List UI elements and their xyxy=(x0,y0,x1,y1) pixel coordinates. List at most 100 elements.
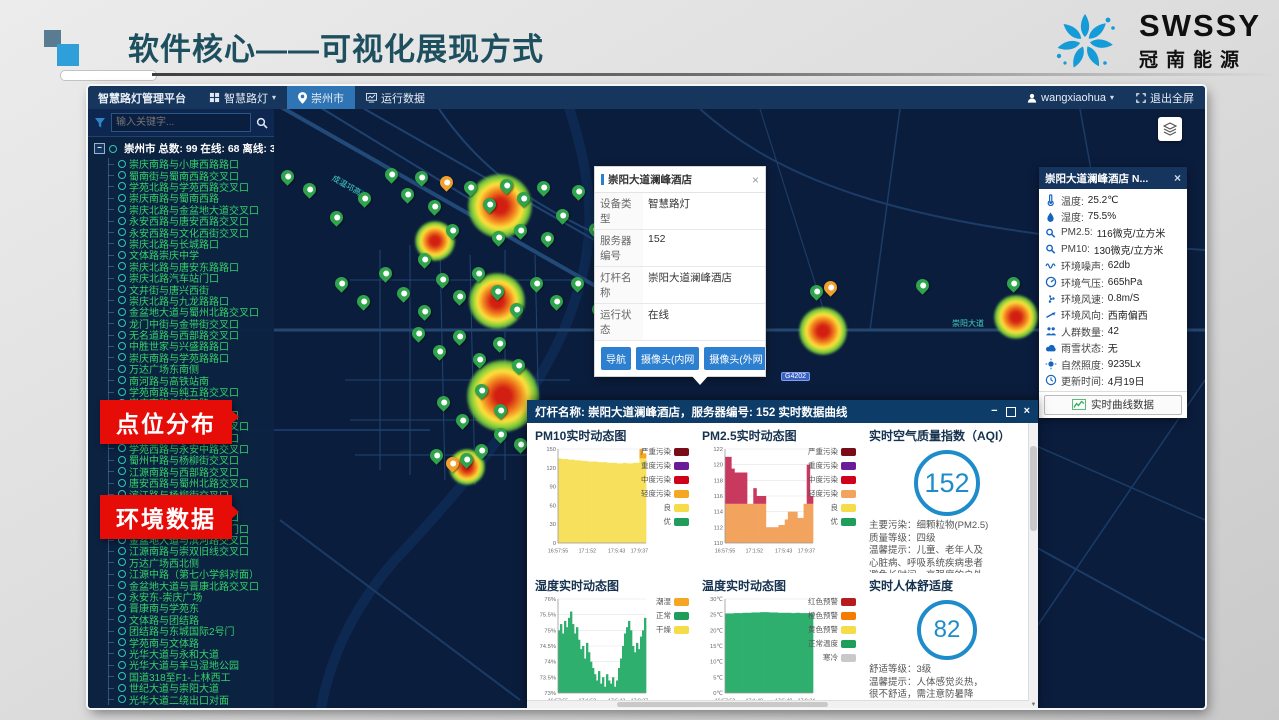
list-item-label: 江源南路与崇双旧线交叉口 xyxy=(129,545,249,556)
list-item-label: 团结路与东城国际2号门 xyxy=(129,625,235,636)
env-row-label: 更新时间: xyxy=(1061,373,1104,388)
nav-menu-lamps[interactable]: 智慧路灯 ▾ xyxy=(198,86,287,109)
filter-icon[interactable] xyxy=(94,117,106,129)
list-item[interactable]: 文体路与团结路 xyxy=(102,614,274,625)
list-item[interactable]: 江源中路（第七小学斜对面） xyxy=(102,568,274,579)
svg-text:74%: 74% xyxy=(544,660,556,666)
list-item[interactable]: 学苑南与文体路 xyxy=(102,636,274,647)
search-icon[interactable] xyxy=(256,117,268,129)
list-item-label: 崇庆北路与金盆地大道交叉口 xyxy=(129,204,259,215)
exit-fullscreen-label: 退出全屏 xyxy=(1150,90,1194,106)
comfort-description: 舒适等级：3级 温馨提示：人体感觉炎热， 很不舒适，需注意防暑降 温。 xyxy=(867,664,1027,701)
pm25-legend: 严重污染重度污染中度污染轻度污染良优 xyxy=(808,446,856,530)
list-item-label: 文体路崇庆中学 xyxy=(129,249,199,260)
horizontal-scrollbar[interactable] xyxy=(527,700,1029,708)
list-item[interactable]: 晋康南与学苑东 xyxy=(102,602,274,613)
list-item[interactable]: 金盆地大道与蜀州北路交叉口 xyxy=(102,306,274,317)
list-item[interactable]: 崇庆南路与小康西路路口 xyxy=(102,158,274,169)
list-item[interactable]: 蜀南街与蜀南西路交叉口 xyxy=(102,169,274,180)
lamp-node-icon xyxy=(118,285,126,293)
list-item[interactable]: 世纪大道与崇阳大道 xyxy=(102,682,274,693)
list-item[interactable]: 崇庆南路与蜀南西路 xyxy=(102,192,274,203)
env-row-value: 62db xyxy=(1108,260,1130,271)
popup-button[interactable]: 摄像头(外网 xyxy=(704,347,765,370)
list-item-label: 国道318至F1-上林西工 xyxy=(129,671,231,682)
list-item[interactable]: 永安东-崇庆广场 xyxy=(102,591,274,602)
list-item[interactable]: 文井街与唐兴西街 xyxy=(102,283,274,294)
env-row-value: 西南偏西 xyxy=(1108,307,1148,322)
nav-menu-running-data[interactable]: 运行数据 xyxy=(355,86,436,109)
humidity-plot: 73%73.5%74%74.5%75%75.5%76%16:57:5517:1:… xyxy=(533,594,649,701)
popup-button[interactable]: 摄像头(内网 xyxy=(636,347,699,370)
list-item[interactable]: 光华大道与羊马湿地公园 xyxy=(102,659,274,670)
lamp-node-icon xyxy=(118,615,126,623)
realtime-curve-button[interactable]: 实时曲线数据 xyxy=(1044,395,1182,415)
list-item[interactable]: 金盆地大道与晋康北路交叉口 xyxy=(102,579,274,590)
list-item[interactable]: 万达广场东南侧 xyxy=(102,363,274,374)
user-menu[interactable]: wangxiaohua ▾ xyxy=(1016,86,1125,109)
popup-button[interactable]: 导航 xyxy=(601,347,631,370)
list-item[interactable]: 龙门中街与金带街交叉口 xyxy=(102,317,274,328)
list-item[interactable]: 蜀州中路与杨柳街交叉口 xyxy=(102,454,274,465)
tree-expander-icon[interactable]: − xyxy=(94,143,105,154)
list-item-label: 金盆地大道与蜀州北路交叉口 xyxy=(129,306,259,317)
tree-root[interactable]: − 崇州市 总数: 99 在线: 68 离线: 31 xyxy=(88,137,274,158)
list-item[interactable]: 崇庆北路与长城路口 xyxy=(102,238,274,249)
map-layers-button[interactable] xyxy=(1158,117,1182,141)
list-item[interactable]: 永安西路与唐安西路交叉口 xyxy=(102,215,274,226)
magnifier-icon xyxy=(1044,226,1057,239)
list-item[interactable]: 江源南路与西部路交叉口 xyxy=(102,466,274,477)
list-item[interactable]: 团结路与东城国际2号门 xyxy=(102,625,274,636)
env-row-value: 25.2℃ xyxy=(1088,195,1119,206)
list-item[interactable]: 无名道路与西部路交叉口 xyxy=(102,329,274,340)
list-item-label: 文井街与唐兴西街 xyxy=(129,283,209,294)
list-item[interactable]: 光华大道与永和大道 xyxy=(102,648,274,659)
legend-item: 潮湿 xyxy=(656,596,689,607)
exit-fullscreen-button[interactable]: 退出全屏 xyxy=(1125,86,1205,109)
lamp-node-icon xyxy=(118,308,126,316)
env-row: 人群数量: 42 xyxy=(1044,323,1187,339)
list-item[interactable]: 唐安西路与蜀州北路交叉口 xyxy=(102,477,274,488)
vertical-scrollbar[interactable]: ▼ xyxy=(1028,423,1038,708)
nav-menu-city[interactable]: 崇州市 xyxy=(287,86,355,109)
list-item[interactable]: 崇庆南路与学苑路路口 xyxy=(102,352,274,363)
list-item[interactable]: 崇庆北路与九龙路路口 xyxy=(102,295,274,306)
maximize-icon[interactable] xyxy=(1006,407,1016,417)
list-item[interactable]: 国道318至F1-上林西工 xyxy=(102,671,274,682)
legend-item: 轻度污染 xyxy=(808,488,856,499)
close-icon[interactable]: × xyxy=(1174,172,1181,184)
list-item[interactable]: 学苑北路与学苑西路交叉口 xyxy=(102,181,274,192)
logo-subtext: 冠南能源 xyxy=(1139,45,1261,72)
list-item[interactable]: 崇庆北路与金盆地大道交叉口 xyxy=(102,204,274,215)
legend-item: 重度污染 xyxy=(808,460,856,471)
list-item[interactable]: 南河路与高铁站南 xyxy=(102,374,274,385)
wind-icon xyxy=(1044,308,1057,321)
list-item[interactable]: 光华大道二绕出口对面 xyxy=(102,693,274,704)
minimize-icon[interactable]: − xyxy=(991,406,997,417)
close-icon[interactable]: × xyxy=(752,174,759,186)
scroll-down-icon[interactable]: ▼ xyxy=(1029,702,1038,708)
list-item[interactable]: 江源南路与崇双旧线交叉口 xyxy=(102,545,274,556)
legend-item: 黄色预警 xyxy=(808,624,856,635)
scrollbar-thumb[interactable] xyxy=(617,702,828,707)
list-item-label: 蜀南街与蜀南西路交叉口 xyxy=(129,169,239,180)
panel-title: 灯杆名称: 崇阳大道澜峰酒店，服务器编号: 152 实时数据曲线 xyxy=(535,404,983,420)
map-road-label: 崇阳大道 xyxy=(952,318,984,329)
search-input[interactable] xyxy=(111,113,251,132)
lamp-node-icon xyxy=(118,479,126,487)
close-icon[interactable]: × xyxy=(1024,406,1030,417)
list-item[interactable]: 学苑西路与永安中路交叉口 xyxy=(102,443,274,454)
lamp-node-icon xyxy=(118,467,126,475)
list-item[interactable]: 崇庆北路汽车站门口 xyxy=(102,272,274,283)
scrollbar-thumb[interactable] xyxy=(1030,446,1037,532)
list-item[interactable]: 学苑南路与纯五路交叉口 xyxy=(102,386,274,397)
list-item[interactable]: 永安西路与文化西街交叉口 xyxy=(102,226,274,237)
chevron-down-icon: ▾ xyxy=(1110,93,1114,102)
list-item[interactable]: 中胜世家与兴盛路路口 xyxy=(102,340,274,351)
env-row: 环境噪声: 62db xyxy=(1044,258,1187,274)
list-item[interactable]: 文体路崇庆中学 xyxy=(102,249,274,260)
env-row-label: 雨雪状态: xyxy=(1061,340,1104,355)
list-item[interactable]: 万达广场西北侧 xyxy=(102,557,274,568)
legend-item: 红色预警 xyxy=(808,596,856,607)
list-item[interactable]: 崇庆北路与唐安东路路口 xyxy=(102,261,274,272)
